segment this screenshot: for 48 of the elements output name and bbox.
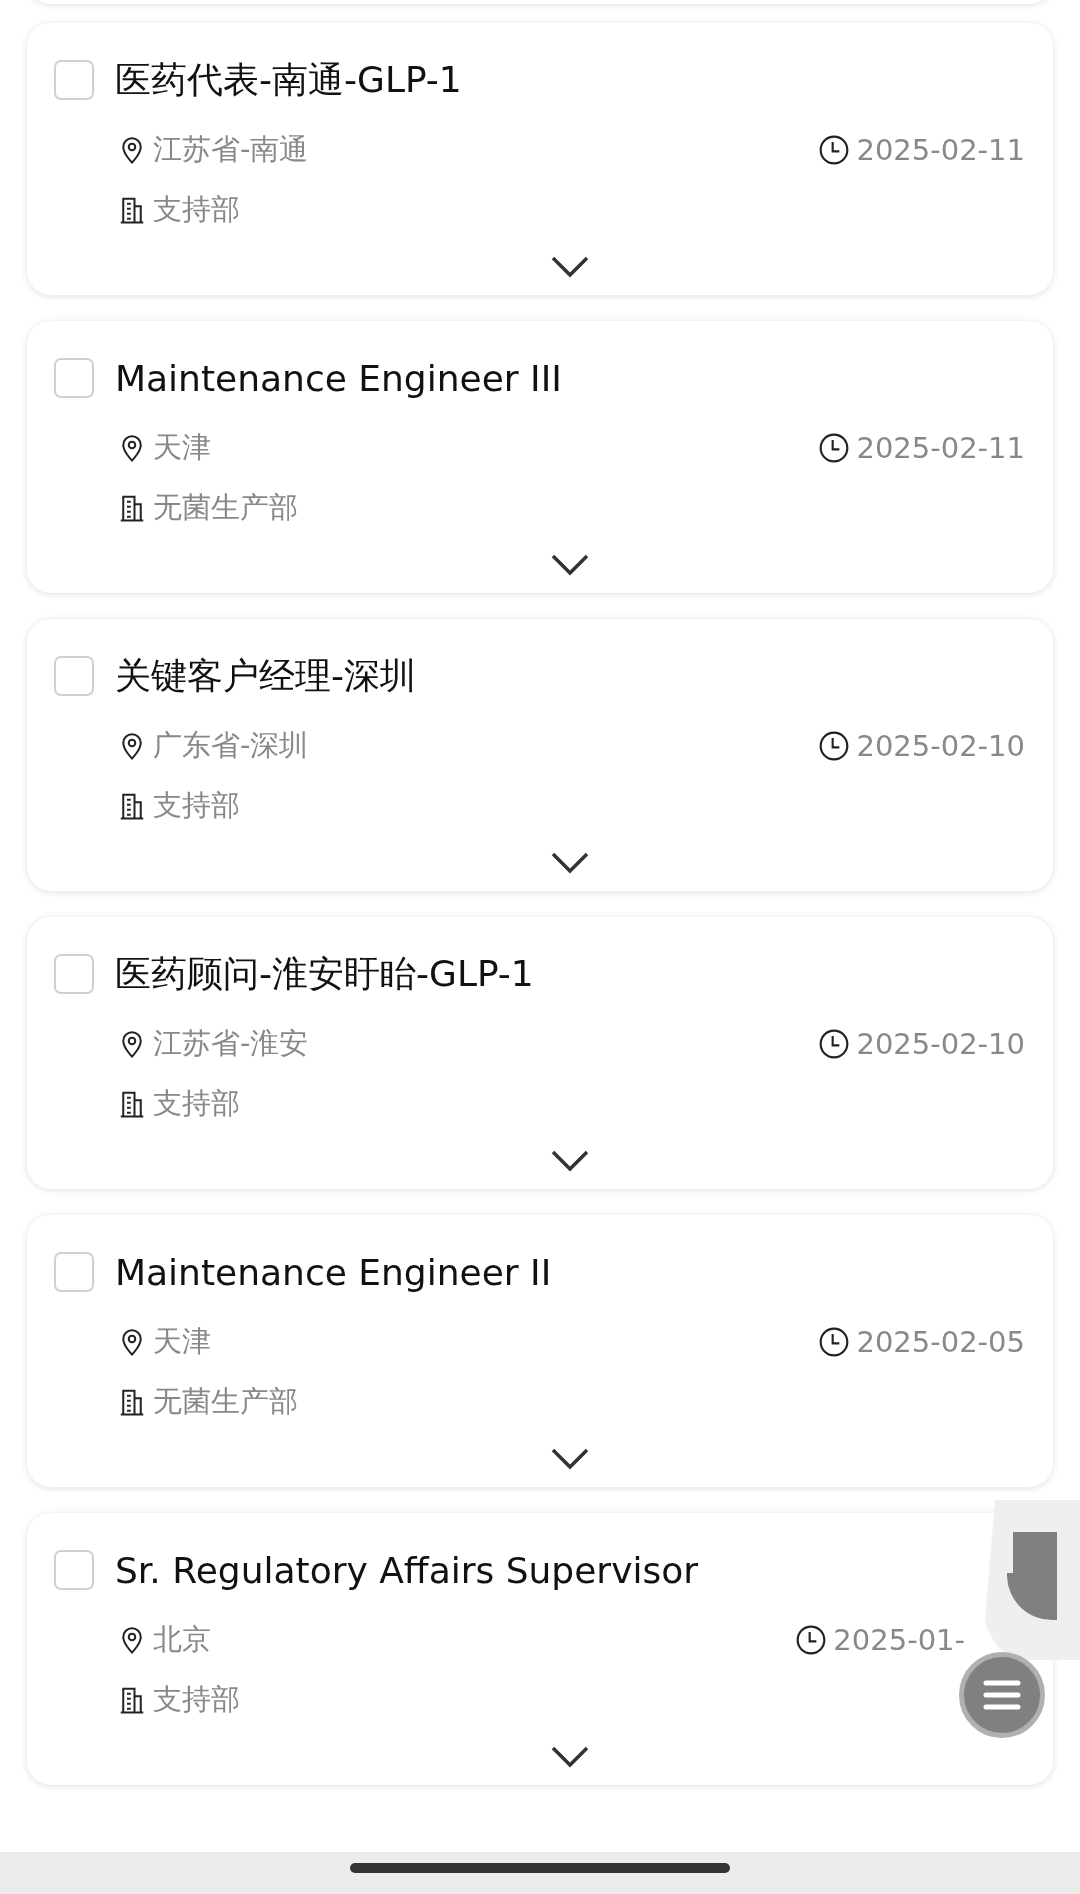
- checkbox[interactable]: [54, 60, 94, 100]
- chevron-down-icon[interactable]: [549, 851, 590, 875]
- job-location: 北京: [153, 1621, 211, 1658]
- job-department: 支持部: [153, 191, 240, 228]
- job-location: 广东省-深圳: [153, 727, 309, 764]
- job-title: 医药代表-南通-GLP-1: [115, 57, 462, 102]
- job-title: Maintenance Engineer III: [115, 357, 562, 399]
- clock-icon: [818, 730, 851, 762]
- job-department: 支持部: [153, 1681, 240, 1718]
- chevron-down-icon[interactable]: [549, 1149, 590, 1173]
- job-department: 无菌生产部: [153, 1383, 298, 1420]
- job-date: 2025-02-05: [856, 1325, 1025, 1359]
- clock-icon: [818, 1326, 851, 1358]
- chevron-down-icon[interactable]: [549, 255, 590, 279]
- clock-icon: [818, 1028, 851, 1060]
- job-card[interactable]: 医药顾问-淮安盱眙-GLP-1 江苏省-淮安 2025-02-10 支持部: [27, 917, 1053, 1189]
- job-card[interactable]: Maintenance Engineer III 天津 2025-02-11 无菌生产部: [27, 321, 1053, 593]
- job-card[interactable]: Maintenance Engineer II 天津 2025-02-05 无菌生产部: [27, 1215, 1053, 1487]
- clock-icon: [818, 134, 851, 166]
- job-department: 无菌生产部: [153, 489, 298, 526]
- checkbox[interactable]: [54, 954, 94, 994]
- job-date: 2025-02-10: [856, 729, 1025, 763]
- job-title: Maintenance Engineer II: [115, 1251, 552, 1293]
- job-title: 关键客户经理-深圳: [115, 653, 416, 698]
- clock-icon: [818, 432, 851, 464]
- chevron-down-icon[interactable]: [549, 1447, 590, 1471]
- checkbox[interactable]: [54, 358, 94, 398]
- job-location: 江苏省-淮安: [153, 1025, 309, 1062]
- chevron-down-icon[interactable]: [549, 553, 590, 577]
- job-department: 支持部: [153, 787, 240, 824]
- clock-icon: [795, 1624, 828, 1656]
- job-location: 天津: [153, 1323, 211, 1360]
- checkbox[interactable]: [54, 1252, 94, 1292]
- job-date: 2025-01-: [833, 1623, 965, 1657]
- job-location: 江苏省-南通: [153, 131, 309, 168]
- checkbox[interactable]: [54, 1550, 94, 1590]
- job-title: 医药顾问-淮安盱眙-GLP-1: [115, 951, 534, 996]
- checkbox[interactable]: [54, 656, 94, 696]
- job-card[interactable]: 关键客户经理-深圳 广东省-深圳 2025-02-10 支持部: [27, 619, 1053, 891]
- job-location: 天津: [153, 429, 211, 466]
- job-card[interactable]: 医药代表-南通-GLP-1 江苏省-南通 2025-02-11 支持部: [27, 23, 1053, 295]
- job-department: 支持部: [153, 1085, 240, 1122]
- chevron-down-icon[interactable]: [549, 1745, 590, 1769]
- job-card[interactable]: Sr. Regulatory Affairs Supervisor 北京 2025-01- 支持部: [27, 1513, 1053, 1785]
- job-date: 2025-02-11: [856, 133, 1025, 167]
- job-date: 2025-02-11: [856, 431, 1025, 465]
- job-date: 2025-02-10: [856, 1027, 1025, 1061]
- job-title: Sr. Regulatory Affairs Supervisor: [115, 1549, 699, 1591]
